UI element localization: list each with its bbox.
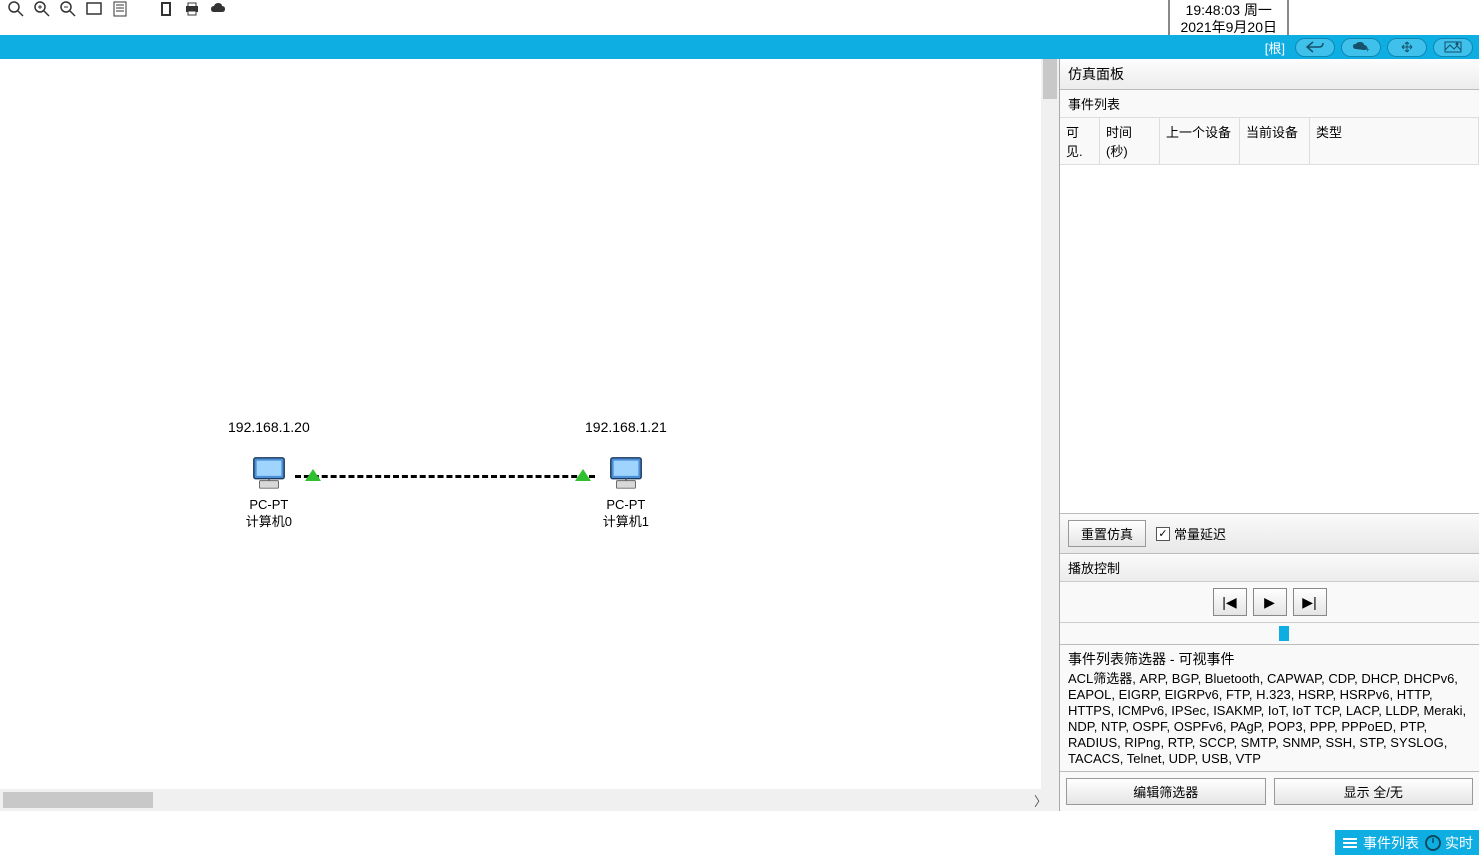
note-icon[interactable] <box>112 1 128 17</box>
simulation-panel: 仿真面板 事件列表 可见. 时间(秒) 上一个设备 当前设备 类型 重置仿真 ✓… <box>1059 59 1479 811</box>
event-list-body <box>1060 165 1479 513</box>
simulation-panel-title: 仿真面板 <box>1060 59 1479 90</box>
print-icon[interactable] <box>184 1 200 17</box>
step-forward-button[interactable]: ▶| <box>1293 588 1327 616</box>
document-icon[interactable] <box>158 1 174 17</box>
filter-section: 事件列表筛选器 - 可视事件 ACL筛选器, ARP, BGP, Bluetoo… <box>1060 645 1479 771</box>
filter-buttons-row: 编辑筛选器 显示 全/无 <box>1060 771 1479 811</box>
device-pc1-ip: 192.168.1.21 <box>585 419 667 436</box>
col-time[interactable]: 时间(秒) <box>1100 118 1160 164</box>
event-list-toggle[interactable]: 事件列表 <box>1341 833 1419 853</box>
realtime-toggle-label: 实时 <box>1445 833 1473 853</box>
event-controls-row: 重置仿真 ✓ 常量延迟 <box>1060 513 1479 554</box>
move-button[interactable] <box>1387 38 1427 57</box>
col-current-device[interactable]: 当前设备 <box>1240 118 1310 164</box>
step-back-button[interactable]: |◀ <box>1213 588 1247 616</box>
bottom-mode-bar: 事件列表 <\/svg> 实时 <box>1335 830 1479 855</box>
top-toolbar: 19:48:03 周一 2021年9月20日 <box>0 0 1479 18</box>
cluster-button[interactable]: + <box>1341 38 1381 57</box>
show-all-none-button[interactable]: 显示 全/无 <box>1274 778 1474 805</box>
constant-delay-label: 常量延迟 <box>1174 524 1226 543</box>
background-button[interactable] <box>1433 38 1473 57</box>
main-area: 192.168.1.20 PC-PT 计算机0 192.168.1.21 <box>0 59 1479 811</box>
zoom-in-icon[interactable] <box>34 1 50 17</box>
playback-section: 播放控制 |◀ ▶ ▶| <box>1060 554 1479 645</box>
pc-icon <box>607 454 645 492</box>
device-pc1-type: PC-PT <box>585 496 667 513</box>
list-icon <box>1341 836 1359 850</box>
filter-protocol-list: ACL筛选器, ARP, BGP, Bluetooth, CAPWAP, CDP… <box>1068 671 1471 767</box>
link-pc0-pc1[interactable] <box>295 475 595 478</box>
device-pc0[interactable]: 192.168.1.20 PC-PT 计算机0 <box>228 419 310 530</box>
zoom-out-icon[interactable] <box>60 1 76 17</box>
col-prev-device[interactable]: 上一个设备 <box>1160 118 1240 164</box>
reset-simulation-button[interactable]: 重置仿真 <box>1068 520 1146 547</box>
topology-canvas-wrap: 192.168.1.20 PC-PT 计算机0 192.168.1.21 <box>0 59 1059 811</box>
clock-weekday: 周一 <box>1244 2 1272 18</box>
nav-back-button[interactable] <box>1295 38 1335 57</box>
clock-icon: <\/svg> <box>1425 835 1441 851</box>
col-visible[interactable]: 可见. <box>1060 118 1100 164</box>
event-list-toggle-label: 事件列表 <box>1363 833 1419 853</box>
svg-text:+: + <box>1365 45 1370 54</box>
canvas-vertical-scrollbar[interactable] <box>1041 59 1059 789</box>
zoom-reset-icon[interactable] <box>8 1 24 17</box>
cloud-icon[interactable] <box>210 1 226 17</box>
event-list-label: 事件列表 <box>1060 90 1479 117</box>
filter-title: 事件列表筛选器 - 可视事件 <box>1068 649 1471 669</box>
device-pc1[interactable]: 192.168.1.21 PC-PT 计算机1 <box>585 419 667 530</box>
realtime-toggle[interactable]: <\/svg> 实时 <box>1425 833 1473 853</box>
clock-date: 2021年9月20日 <box>1180 19 1277 36</box>
device-pc0-name: 计算机0 <box>228 513 310 530</box>
event-list-columns: 可见. 时间(秒) 上一个设备 当前设备 类型 <box>1060 117 1479 165</box>
clock-time: 19:48:03 <box>1186 2 1241 18</box>
edit-filter-button[interactable]: 编辑筛选器 <box>1066 778 1266 805</box>
device-pc0-type: PC-PT <box>228 496 310 513</box>
clock-display: 19:48:03 周一 2021年9月20日 <box>1168 0 1289 40</box>
device-pc1-name: 计算机1 <box>585 513 667 530</box>
playback-label: 播放控制 <box>1060 554 1479 582</box>
col-type[interactable]: 类型 <box>1310 118 1479 164</box>
playback-slider-thumb[interactable] <box>1279 626 1289 641</box>
device-pc0-ip: 192.168.1.20 <box>228 419 310 436</box>
playback-slider-track[interactable] <box>1060 622 1479 644</box>
window-icon[interactable] <box>86 1 102 17</box>
pc-icon <box>250 454 288 492</box>
checkbox-icon: ✓ <box>1156 527 1170 541</box>
view-bar: [根] + <box>0 35 1479 59</box>
canvas-horizontal-scrollbar[interactable]: 〉 <box>0 789 1059 811</box>
root-label: [根] <box>1265 38 1285 57</box>
topology-canvas[interactable]: 192.168.1.20 PC-PT 计算机0 192.168.1.21 <box>0 59 1059 779</box>
constant-delay-checkbox[interactable]: ✓ 常量延迟 <box>1156 524 1226 543</box>
play-button[interactable]: ▶ <box>1253 588 1287 616</box>
